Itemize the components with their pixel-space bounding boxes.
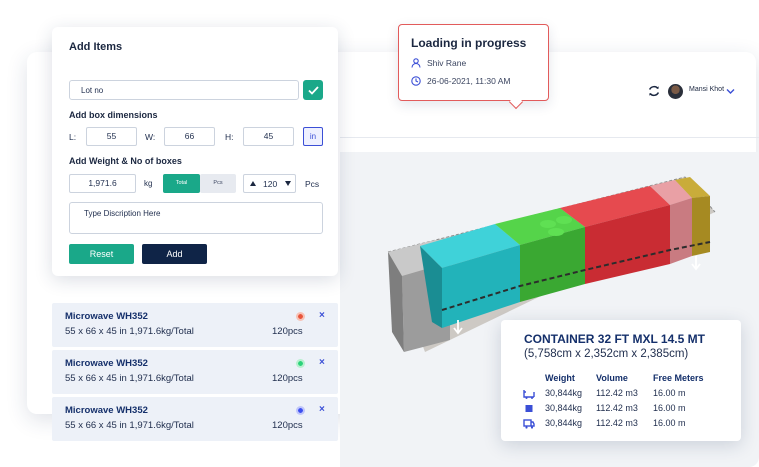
table-cell-weight: 30,844kg <box>545 418 583 428</box>
cargo-green-cylinder <box>540 220 556 228</box>
item-details: 55 x 66 x 45 in 1,971.6kg/Total <box>65 326 194 337</box>
trolley-icon <box>523 390 535 399</box>
column-header-volume: Volume <box>596 373 628 383</box>
refresh-icon[interactable] <box>647 84 661 98</box>
color-swatch <box>296 359 305 368</box>
item-details: 55 x 66 x 45 in 1,971.6kg/Total <box>65 373 194 384</box>
description-textarea[interactable]: Type Discription Here <box>69 202 323 234</box>
cargo-green-cylinder <box>556 216 572 224</box>
tooltip-title: Loading in progress <box>411 36 527 50</box>
mode-total-button[interactable]: Total <box>163 174 200 193</box>
table-cell-volume: 112.42 m3 <box>596 418 638 428</box>
weight-input[interactable]: 1,971.6 <box>69 174 136 193</box>
length-label: L: <box>69 132 77 142</box>
table-cell-free: 16.00 m <box>653 388 686 398</box>
panel-title: Add Items <box>69 41 123 53</box>
cargo-pink-front <box>670 198 692 264</box>
list-item[interactable]: Microwave WH352 55 x 66 x 45 in 1,971.6k… <box>52 397 338 441</box>
item-details: 55 x 66 x 45 in 1,971.6kg/Total <box>65 420 194 431</box>
color-swatch <box>296 312 305 321</box>
item-quantity: 120pcs <box>272 373 303 384</box>
container-info-card: CONTAINER 32 FT MXL 14.5 MT (5,758cm x 2… <box>501 320 741 441</box>
cargo-green-cylinder <box>548 228 564 236</box>
table-cell-free: 16.00 m <box>653 403 686 413</box>
cargo-gold-front <box>692 196 710 256</box>
remove-item-button[interactable]: × <box>319 310 325 321</box>
container-dimensions: (5,758cm x 2,352cm x 2,385cm) <box>524 348 689 360</box>
item-quantity: 120pcs <box>272 420 303 431</box>
list-item[interactable]: Microwave WH352 55 x 66 x 45 in 1,971.6k… <box>52 303 338 347</box>
container-title: CONTAINER 32 FT MXL 14.5 MT <box>524 332 705 346</box>
table-cell-weight: 30,844kg <box>545 403 583 413</box>
item-name: Microwave WH352 <box>65 358 148 369</box>
tooltip-time-row: 26-06-2021, 11:30 AM <box>411 76 511 88</box>
truck-icon <box>523 419 535 429</box>
width-input[interactable]: 66 <box>164 127 215 146</box>
checkmark-icon <box>307 85 319 95</box>
chevron-down-icon[interactable] <box>726 88 735 95</box>
item-name: Microwave WH352 <box>65 311 148 322</box>
table-cell-volume: 112.42 m3 <box>596 388 638 398</box>
column-header-weight: Weight <box>545 373 575 383</box>
add-button[interactable]: Add <box>142 244 207 264</box>
height-label: H: <box>225 132 234 142</box>
loading-tooltip: Loading in progress Shiv Rane 26-06-2021… <box>398 24 549 110</box>
box-icon <box>525 405 533 412</box>
weight-unit-label: kg <box>144 179 153 188</box>
tooltip-user: Shiv Rane <box>427 58 467 68</box>
remove-item-button[interactable]: × <box>319 357 325 368</box>
remove-item-button[interactable]: × <box>319 404 325 415</box>
unit-toggle-button[interactable]: in <box>303 127 323 146</box>
tooltip-user-row: Shiv Rane <box>411 58 466 70</box>
column-header-free-meters: Free Meters <box>653 373 704 383</box>
color-swatch <box>296 406 305 415</box>
add-items-panel: Add Items Lot no Add box dimensions L: 5… <box>52 27 338 276</box>
box-count-value: 120 <box>263 179 278 189</box>
table-cell-free: 16.00 m <box>653 418 686 428</box>
weight-section-label: Add Weight & No of boxes <box>69 156 182 166</box>
item-quantity: 120pcs <box>272 326 303 337</box>
box-count-unit: Pcs <box>305 179 320 189</box>
width-label: W: <box>145 132 156 142</box>
reset-button[interactable]: Reset <box>69 244 134 264</box>
height-input[interactable]: 45 <box>243 127 294 146</box>
avatar[interactable] <box>668 84 683 99</box>
mode-pcs-button[interactable]: Pcs <box>200 174 236 193</box>
length-input[interactable]: 55 <box>86 127 137 146</box>
clock-icon <box>411 76 421 86</box>
list-item[interactable]: Microwave WH352 55 x 66 x 45 in 1,971.6k… <box>52 350 338 394</box>
box-count-stepper[interactable]: 120 <box>243 174 296 193</box>
user-name[interactable]: Mansi Khot <box>689 86 724 93</box>
item-name: Microwave WH352 <box>65 405 148 416</box>
table-cell-weight: 30,844kg <box>545 388 583 398</box>
decrement-icon[interactable] <box>285 181 291 186</box>
table-cell-volume: 112.42 m3 <box>596 403 638 413</box>
lot-number-input[interactable]: Lot no <box>69 80 299 100</box>
confirm-lot-button[interactable] <box>303 80 323 100</box>
tooltip-datetime: 26-06-2021, 11:30 AM <box>427 76 511 86</box>
header-divider <box>340 137 759 138</box>
down-arrow-icon <box>691 256 701 271</box>
user-icon <box>411 58 421 68</box>
box-dimensions-label: Add box dimensions <box>69 110 158 120</box>
increment-icon[interactable] <box>250 181 256 186</box>
